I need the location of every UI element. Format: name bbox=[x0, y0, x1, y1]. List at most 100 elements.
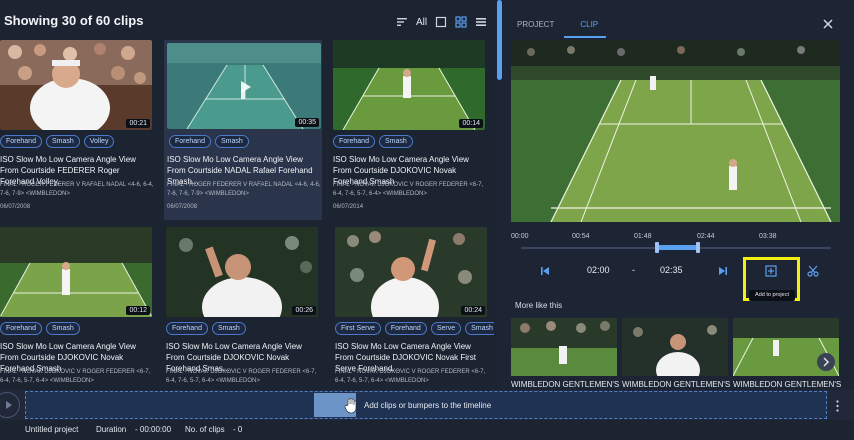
duration-label: Duration bbox=[96, 425, 127, 434]
clip-description: FINAL - NOVAK DJOKOVIC V ROGER FEDERER <… bbox=[333, 182, 484, 197]
clip-duration: 00:35 bbox=[295, 118, 319, 127]
tag[interactable]: Forehand bbox=[384, 322, 427, 335]
panel-tabs: PROJECT CLIP bbox=[503, 14, 606, 38]
clip-thumbnail[interactable]: 00:21 bbox=[0, 40, 152, 130]
clip-duration: 00:26 bbox=[292, 306, 316, 315]
clip-date: 06/07/2008 bbox=[167, 204, 198, 210]
tick-label: 02:44 bbox=[697, 233, 715, 240]
end-time[interactable]: 02:35 bbox=[660, 265, 683, 275]
tag-list: Forehand Smash bbox=[333, 135, 413, 148]
sort-icon[interactable] bbox=[396, 16, 408, 28]
tag[interactable]: Smash bbox=[378, 135, 413, 148]
related-clip-caption: WIMBLEDON GENTLEMEN'S bbox=[622, 380, 731, 389]
range-start-handle[interactable] bbox=[655, 242, 659, 253]
clip-description: FINAL - ROGER FEDERER V RAFAEL NADAL <4-… bbox=[0, 182, 154, 197]
next-related-button[interactable] bbox=[817, 353, 835, 371]
tag-list: Forehand Smash Volley bbox=[0, 135, 115, 148]
filter-all-label[interactable]: All bbox=[416, 17, 427, 28]
duration-value: - 00:00:00 bbox=[135, 425, 172, 434]
close-icon[interactable] bbox=[822, 18, 834, 30]
tag-list: First Serve Forehand Serve Smash bbox=[335, 322, 494, 335]
timeline-play-button[interactable] bbox=[0, 392, 20, 418]
clip-thumbnail[interactable]: 00:12 bbox=[0, 227, 152, 317]
hand-cursor-icon bbox=[344, 398, 357, 414]
grid-view-icon[interactable] bbox=[455, 16, 467, 28]
status-bar: Untitled project Duration - 00:00:00 No.… bbox=[0, 420, 854, 440]
related-clips: WIMBLEDON GENTLEMEN'S WIMBLEDON GENTLEME… bbox=[511, 318, 841, 390]
clip-thumbnail[interactable]: 00:35 bbox=[167, 43, 321, 129]
clip-card[interactable]: 00:35 Forehand Smash ISO Slow Mo Low Cam… bbox=[164, 40, 322, 220]
tab-project[interactable]: PROJECT bbox=[503, 14, 554, 36]
related-clip-thumbnail[interactable] bbox=[511, 318, 617, 376]
related-clip-thumbnail[interactable] bbox=[622, 318, 728, 376]
clip-date: 06/07/2008 bbox=[0, 204, 31, 210]
clip-thumbnail[interactable]: 00:26 bbox=[166, 227, 318, 317]
skip-start-icon[interactable] bbox=[540, 266, 550, 276]
clip-card[interactable]: 00:14 Forehand Smash ISO Slow Mo Low Cam… bbox=[333, 40, 491, 220]
tab-clip[interactable]: CLIP bbox=[554, 14, 606, 38]
selected-range[interactable] bbox=[658, 245, 700, 250]
tick-label: 01:48 bbox=[634, 233, 652, 240]
timeline-ticks: 00:00 00:54 01:48 02:44 03:38 bbox=[511, 233, 841, 243]
tag[interactable]: Smash bbox=[465, 322, 494, 335]
clip-duration: 00:21 bbox=[126, 119, 150, 128]
tag[interactable]: Serve bbox=[430, 322, 462, 335]
tick-label: 00:54 bbox=[572, 233, 590, 240]
tag[interactable]: Forehand bbox=[0, 322, 42, 335]
tag[interactable]: Smash bbox=[211, 322, 246, 335]
clip-panel: PROJECT CLIP 00:00 00:54 01:48 02:44 03:… bbox=[503, 0, 854, 390]
tag[interactable]: Forehand bbox=[169, 135, 211, 148]
range-end-handle[interactable] bbox=[696, 242, 700, 253]
clip-card[interactable]: 00:24 First Serve Forehand Serve Smash I… bbox=[335, 227, 494, 388]
more-like-this-heading: More like this bbox=[515, 301, 563, 310]
tag[interactable]: First Serve bbox=[335, 322, 381, 335]
grid-scrollbar[interactable] bbox=[497, 0, 502, 80]
related-clip-caption: WIMBLEDON GENTLEMEN'S bbox=[733, 380, 841, 389]
tick-label: 03:38 bbox=[759, 233, 777, 240]
tag-list: Forehand Smash bbox=[169, 135, 249, 148]
time-separator: - bbox=[632, 265, 635, 275]
start-time[interactable]: 02:00 bbox=[587, 265, 610, 275]
tag-list: Forehand Smash bbox=[166, 322, 246, 335]
related-clip-caption: WIMBLEDON GENTLEMEN'S bbox=[511, 380, 620, 389]
clip-description: FINAL - NOVAK DJOKOVIC V ROGER FEDERER <… bbox=[335, 369, 486, 384]
dropzone-hint: Add clips or bumpers to the timeline bbox=[364, 401, 492, 410]
clip-date: 06/07/2014 bbox=[333, 204, 364, 210]
timeline-dropzone[interactable]: Add clips or bumpers to the timeline bbox=[25, 391, 827, 419]
project-name[interactable]: Untitled project bbox=[25, 425, 78, 434]
add-to-project-tooltip: Add to project bbox=[749, 290, 795, 301]
app-window: Showing 30 of 60 clips All 00:21 Forehan… bbox=[0, 0, 854, 440]
tick-label: 00:00 bbox=[511, 233, 529, 240]
clip-card[interactable]: 00:21 Forehand Smash Volley ISO Slow Mo … bbox=[0, 40, 158, 220]
chevron-right-icon bbox=[823, 357, 830, 367]
more-options-icon[interactable] bbox=[836, 400, 839, 412]
clip-description: FINAL - NOVAK DJOKOVIC V ROGER FEDERER <… bbox=[0, 369, 151, 384]
clip-card[interactable]: 00:12 Forehand Smash ISO Slow Mo Low Cam… bbox=[0, 227, 158, 388]
clip-description: FINAL - ROGER FEDERER V RAFAEL NADAL <4-… bbox=[167, 182, 321, 197]
clip-count-value: - 0 bbox=[233, 425, 243, 434]
clip-count-label: No. of clips bbox=[185, 425, 225, 434]
tag[interactable]: Forehand bbox=[166, 322, 208, 335]
checkbox-icon[interactable] bbox=[435, 16, 447, 28]
video-player[interactable] bbox=[511, 40, 840, 222]
results-header: Showing 30 of 60 clips All bbox=[0, 0, 500, 40]
tag[interactable]: Smash bbox=[45, 135, 80, 148]
clip-grid: 00:21 Forehand Smash Volley ISO Slow Mo … bbox=[0, 40, 494, 388]
tag[interactable]: Forehand bbox=[333, 135, 375, 148]
clip-duration: 00:14 bbox=[459, 119, 483, 128]
tag[interactable]: Forehand bbox=[0, 135, 42, 148]
view-tools: All bbox=[396, 14, 487, 30]
clip-thumbnail[interactable]: 00:14 bbox=[333, 40, 485, 130]
tag-list: Forehand Smash bbox=[0, 322, 80, 335]
skip-end-icon[interactable] bbox=[718, 266, 728, 276]
results-count: Showing 30 of 60 clips bbox=[4, 13, 144, 28]
scissors-icon[interactable] bbox=[807, 265, 819, 277]
clip-card[interactable]: 00:26 Forehand Smash ISO Slow Mo Low Cam… bbox=[166, 227, 324, 388]
clip-thumbnail[interactable]: 00:24 bbox=[335, 227, 487, 317]
tag[interactable]: Smash bbox=[45, 322, 80, 335]
play-icon bbox=[6, 401, 12, 409]
tag[interactable]: Smash bbox=[214, 135, 249, 148]
list-view-icon[interactable] bbox=[475, 16, 487, 28]
tag[interactable]: Volley bbox=[83, 135, 115, 148]
project-timeline: Add clips or bumpers to the timeline bbox=[0, 390, 854, 420]
